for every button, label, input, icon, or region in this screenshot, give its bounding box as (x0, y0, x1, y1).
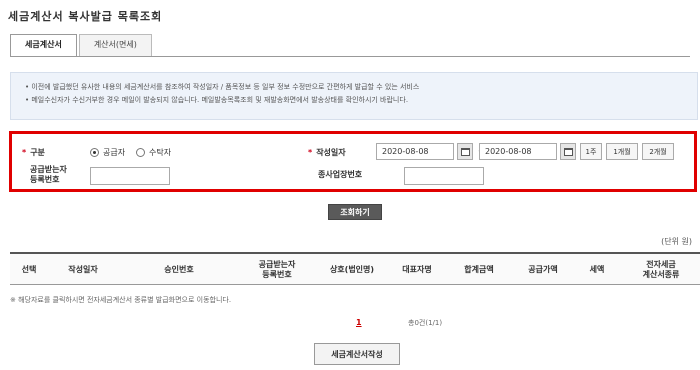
result-table-header: 선택 작성일자 승인번호 공급받는자 등록번호 상호(법인명) 대표자명 합계금… (10, 252, 700, 285)
col-representative: 대표자명 (402, 264, 432, 274)
buyer-reg-number-input[interactable] (90, 167, 170, 185)
col-approval-number: 승인번호 (164, 264, 194, 274)
date-to-input[interactable] (479, 143, 557, 160)
radio-unselected-icon (136, 147, 145, 157)
required-mark: * (308, 147, 313, 157)
period-1week-button[interactable]: 1주 (580, 143, 602, 160)
buyer-reg-label: 공급받는자 등록번호 (30, 165, 67, 184)
calendar-icon (460, 147, 470, 156)
info-line-1: • 이전에 발급했던 유사한 내용의 세금계산서를 참조하여 작성일자 / 품목… (25, 83, 420, 91)
col-buyer-reg-number: 공급받는자 등록번호 (258, 259, 296, 279)
search-button[interactable]: 조회하기 (328, 204, 382, 220)
required-mark: * (22, 147, 27, 157)
pagination-current-page[interactable]: 1 (356, 318, 362, 327)
tab-tax-invoice[interactable]: 세금계산서 (10, 34, 77, 57)
col-select: 선택 (21, 264, 37, 274)
radio-supplier[interactable]: 공급자 (90, 147, 125, 158)
date-from-calendar-button[interactable] (457, 143, 473, 160)
date-label: * 작성일자 (308, 147, 346, 157)
table-note: ※ 해당자료를 클릭하시면 전자세금계산서 종류별 발급화면으로 이동합니다. (10, 296, 232, 304)
col-date: 작성일자 (68, 264, 98, 274)
period-2month-button[interactable]: 2개월 (642, 143, 674, 160)
col-tax-amount: 세액 (589, 264, 605, 274)
tab-bar: 세금계산서 계산서(면세) (10, 34, 154, 57)
info-line-2: • 메일수신자가 수신거부한 경우 메일이 발송되지 않습니다. 메일발송목록조… (25, 96, 409, 104)
col-company-name: 상호(법인명) (329, 264, 375, 274)
col-total-amount: 합계금액 (464, 264, 494, 274)
type-label: * 구분 (22, 147, 45, 157)
tab-invoice-tax-exempt[interactable]: 계산서(면세) (78, 34, 152, 56)
branch-number-label: 종사업장번호 (318, 170, 363, 179)
tab-divider (10, 56, 690, 57)
col-invoice-type: 전자세금 계산서종류 (642, 259, 680, 279)
search-panel: *구분 공급자 수탁자 *작성일자 ~ 1주 1개월 2개월 공급받는자 등록번… (9, 131, 697, 192)
page-title: 세금계산서 복사발급 목록조회 (8, 10, 163, 23)
date-from-input[interactable] (376, 143, 454, 160)
unit-label: (단위 원) (661, 237, 692, 246)
radio-selected-icon (90, 147, 99, 157)
pagination-count: 총0건(1/1) (408, 319, 443, 327)
branch-number-input[interactable] (404, 167, 484, 185)
col-supply-amount: 공급가액 (528, 264, 558, 274)
write-invoice-button[interactable]: 세금계산서작성 (314, 343, 400, 365)
calendar-icon (563, 147, 573, 156)
radio-trustee[interactable]: 수탁자 (136, 147, 171, 158)
date-to-calendar-button[interactable] (560, 143, 576, 160)
info-box: • 이전에 발급했던 유사한 내용의 세금계산서를 참조하여 작성일자 / 품목… (10, 72, 698, 120)
period-1month-button[interactable]: 1개월 (606, 143, 638, 160)
